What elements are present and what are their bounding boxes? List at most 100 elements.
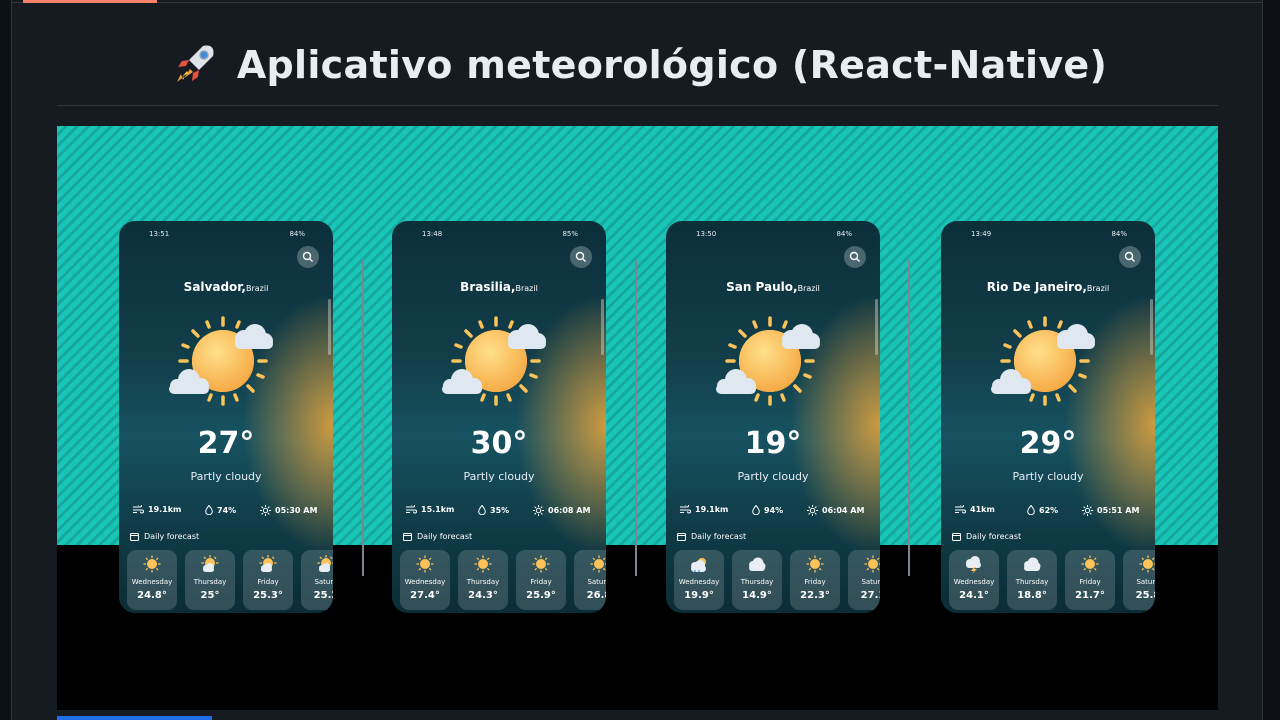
scrollbar[interactable] — [1150, 299, 1153, 355]
forecast-day-temp: 24.8° — [137, 590, 167, 601]
status-battery: 84% — [1111, 230, 1127, 238]
forecast-day-card[interactable]: Wednesday 24.8° — [127, 550, 177, 610]
country-name: Brazil — [797, 284, 820, 293]
forecast-day-card[interactable]: Thursday 24.3° — [458, 550, 508, 610]
sun-icon — [864, 555, 880, 573]
city-name: San Paulo,Brazil — [726, 280, 820, 294]
phone-separator — [362, 260, 364, 576]
sun-cloud-icon — [201, 555, 219, 572]
search-icon — [1124, 251, 1135, 262]
forecast-day-card[interactable]: Saturd 25.8 — [1123, 550, 1155, 610]
wind-stat: 41km — [955, 505, 995, 514]
forecast-day-card[interactable]: Friday 21.7° — [1065, 550, 1115, 610]
forecast-day-temp: 26.8 — [586, 590, 606, 601]
forecast-day-card[interactable]: Friday 22.3° — [790, 550, 840, 610]
search-button[interactable] — [1119, 246, 1141, 268]
daily-forecast-list[interactable]: Wednesday 19.9° Thursday 14.9° Friday 22.3° Sa… — [674, 550, 880, 610]
status-time: 13:49 — [971, 230, 992, 238]
sun-icon — [416, 555, 434, 573]
calendar-icon — [403, 533, 412, 541]
forecast-day-card[interactable]: Thursday 25° — [185, 550, 235, 610]
forecast-day-card[interactable]: Wednesday 27.4° — [400, 550, 450, 610]
forecast-day-temp: 24.3° — [468, 590, 498, 601]
forecast-day-card[interactable]: Wednesday 19.9° — [674, 550, 724, 610]
daily-forecast-label: Daily forecast — [144, 532, 200, 541]
sun-cloud-icon — [317, 555, 333, 572]
cloud-icon — [749, 557, 766, 571]
sunrise-stat: 05:30 AM — [260, 505, 317, 516]
forecast-day-name: Friday — [1079, 578, 1101, 586]
forecast-day-name: Thursday — [466, 578, 500, 586]
forecast-day-card[interactable]: Saturd 25.2 — [301, 550, 333, 610]
sun-icon — [474, 555, 492, 573]
forecast-day-name: Saturd — [1136, 578, 1155, 586]
country-name: Brazil — [1086, 284, 1110, 293]
forecast-day-card[interactable]: Friday 25.3° — [243, 550, 293, 610]
page-title: Aplicativo meteorológico (React-Native) — [0, 40, 1280, 87]
weather-condition: Partly cloudy — [737, 470, 809, 483]
weather-condition: Partly cloudy — [190, 470, 262, 483]
daily-forecast-list[interactable]: Wednesday 24.1° Thursday 18.8° Friday 21.7° Sa… — [949, 550, 1155, 610]
search-icon — [849, 251, 860, 262]
daily-forecast-header: Daily forecast — [952, 532, 1021, 541]
daily-forecast-header: Daily forecast — [130, 532, 199, 541]
daily-forecast-list[interactable]: Wednesday 24.8° Thursday 25° Friday 25.3° Satu… — [127, 550, 333, 610]
humidity-stat: 74% — [205, 505, 236, 515]
search-button[interactable] — [570, 246, 592, 268]
daily-forecast-label: Daily forecast — [691, 532, 747, 541]
humidity-value: 35% — [490, 505, 510, 515]
daily-forecast-label: Daily forecast — [966, 532, 1022, 541]
phone-separator — [908, 260, 910, 576]
forecast-day-temp: 25.2 — [313, 590, 333, 601]
sun-icon — [143, 555, 161, 573]
forecast-day-temp: 24.1° — [959, 590, 989, 601]
forecast-day-name: Wednesday — [131, 578, 173, 586]
scrollbar[interactable] — [328, 299, 331, 355]
search-button[interactable] — [297, 246, 319, 268]
forecast-day-name: Thursday — [193, 578, 227, 586]
humidity-stat: 62% — [1027, 505, 1058, 515]
wind-icon — [680, 505, 691, 514]
scrollbar[interactable] — [601, 299, 604, 355]
phone-screenshot: 13:48 85% Brasilia,Brazil 30° Partly clo… — [392, 221, 606, 613]
sunrise-value: 05:30 AM — [275, 506, 318, 515]
forecast-day-name: Friday — [804, 578, 826, 586]
search-icon — [575, 251, 586, 262]
search-icon — [302, 251, 313, 262]
forecast-day-temp: 27.4° — [410, 590, 440, 601]
search-button[interactable] — [844, 246, 866, 268]
wind-value: 19.1km — [148, 505, 182, 514]
drop-icon — [1027, 505, 1035, 515]
daily-forecast-header: Daily forecast — [403, 532, 472, 541]
bottom-scroll-indicator — [57, 716, 212, 720]
wind-icon — [133, 505, 144, 514]
forecast-day-temp: 21.7° — [1075, 590, 1105, 601]
storm-icon — [966, 556, 981, 574]
drop-icon — [752, 505, 760, 515]
page-title-text: Aplicativo meteorológico (React-Native) — [236, 43, 1108, 87]
forecast-day-card[interactable]: Friday 25.9° — [516, 550, 566, 610]
forecast-day-card[interactable]: Saturd 26.8 — [574, 550, 606, 610]
sun-icon — [806, 555, 824, 573]
daily-forecast-list[interactable]: Wednesday 27.4° Thursday 24.3° Friday 25.9° Sa… — [400, 550, 606, 610]
cloud-sun-icon — [691, 558, 706, 572]
calendar-icon — [952, 533, 961, 541]
scrollbar[interactable] — [875, 299, 878, 355]
phone-screenshot: 13:50 84% San Paulo,Brazil 19° Partly cl… — [666, 221, 880, 613]
partly-cloudy-icon — [442, 316, 546, 406]
active-tab-indicator — [23, 0, 157, 3]
sun-small-icon — [533, 505, 544, 516]
forecast-day-card[interactable]: Thursday 14.9° — [732, 550, 782, 610]
forecast-day-card[interactable]: Wednesday 24.1° — [949, 550, 999, 610]
sunrise-stat: 06:08 AM — [533, 505, 590, 516]
drop-icon — [478, 505, 486, 515]
wind-value: 15.1km — [421, 505, 455, 514]
forecast-day-card[interactable]: Saturd 27.1 — [848, 550, 880, 610]
sunrise-stat: 05:51 AM — [1082, 505, 1139, 516]
humidity-stat: 94% — [752, 505, 783, 515]
sun-icon — [532, 555, 550, 573]
forecast-day-card[interactable]: Thursday 18.8° — [1007, 550, 1057, 610]
forecast-day-name: Saturd — [861, 578, 880, 586]
sun-small-icon — [260, 505, 271, 516]
sun-icon — [1139, 555, 1155, 573]
